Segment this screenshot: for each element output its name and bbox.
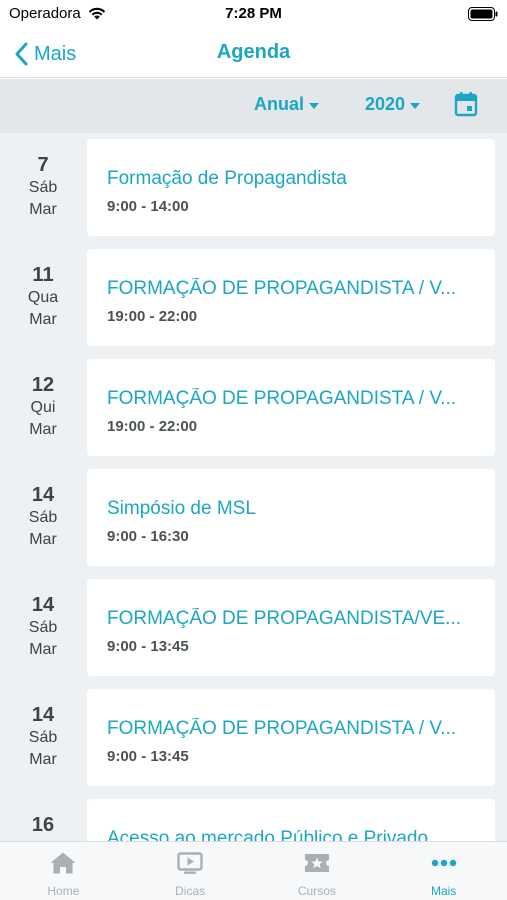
event-date: 7 Sáb Mar	[0, 153, 86, 221]
event-card[interactable]: FORMAÇÃO DE PROPAGANDISTA / V... 19:00 -…	[87, 359, 495, 456]
event-row: 12 Qui Mar FORMAÇÃO DE PROPAGANDISTA / V…	[0, 353, 507, 463]
event-date: 14 Sáb Mar	[0, 483, 86, 551]
event-time: 9:00 - 14:00	[107, 198, 189, 215]
status-bar: Operadora 7:28 PM	[0, 0, 507, 30]
event-month: Mar	[29, 531, 57, 548]
caret-down-icon	[410, 102, 421, 109]
event-row: 14 Sáb Mar FORMAÇÃO DE PROPAGANDISTA/VE.…	[0, 573, 507, 683]
tab-mais-label: Mais	[430, 884, 457, 898]
year-value: 2020	[365, 94, 406, 114]
event-weekday: Sáb	[28, 729, 58, 746]
period-dropdown[interactable]: Anual	[254, 94, 320, 115]
event-day: 7	[37, 154, 49, 176]
event-title: Formação de Propagandista	[107, 168, 347, 189]
tab-dicas[interactable]: Dicas	[127, 842, 254, 900]
event-date: 14 Sáb Mar	[0, 703, 86, 771]
event-row: 11 Qua Mar FORMAÇÃO DE PROPAGANDISTA / V…	[0, 243, 507, 353]
event-title: FORMAÇÃO DE PROPAGANDISTA / V...	[107, 388, 457, 409]
tab-bar: Home Dicas Cursos Mais	[0, 841, 507, 900]
event-month: Mar	[29, 421, 57, 438]
event-card[interactable]: Acesso ao mercado Público e Privado	[87, 799, 495, 841]
event-time: 9:00 - 13:45	[107, 748, 189, 765]
filter-bar: Anual 2020	[0, 79, 507, 133]
event-day: 14	[31, 704, 55, 726]
event-card[interactable]: FORMAÇÃO DE PROPAGANDISTA / V... 19:00 -…	[87, 249, 495, 346]
event-card[interactable]: Simpósio de MSL 9:00 - 16:30	[87, 469, 495, 566]
ticket-icon	[304, 854, 329, 872]
event-day: 14	[31, 594, 55, 616]
event-title: FORMAÇÃO DE PROPAGANDISTA / V...	[107, 718, 457, 739]
tab-mais[interactable]: Mais	[380, 842, 507, 900]
event-time: 19:00 - 22:00	[107, 418, 198, 435]
event-weekday: Sáb	[28, 179, 58, 196]
event-weekday: Qui	[30, 399, 56, 416]
tv-icon	[177, 852, 203, 874]
event-title: Simpósio de MSL	[107, 498, 256, 519]
event-date: 16	[0, 813, 86, 837]
calendar-icon[interactable]	[454, 91, 478, 117]
event-time: 9:00 - 16:30	[107, 528, 189, 545]
event-date: 12 Qui Mar	[0, 373, 86, 441]
battery-icon	[468, 7, 498, 21]
navigation-bar: Mais Agenda	[0, 30, 507, 78]
event-card[interactable]: FORMAÇÃO DE PROPAGANDISTA / V... 9:00 - …	[87, 689, 495, 786]
event-card[interactable]: FORMAÇÃO DE PROPAGANDISTA/VE... 9:00 - 1…	[87, 579, 495, 676]
tab-cursos[interactable]: Cursos	[254, 842, 381, 900]
event-row: 14 Sáb Mar FORMAÇÃO DE PROPAGANDISTA / V…	[0, 683, 507, 793]
caret-down-icon	[309, 102, 320, 109]
status-time: 7:28 PM	[225, 5, 282, 22]
event-weekday: Sáb	[28, 509, 58, 526]
tab-home-label: Home	[47, 884, 80, 898]
event-row: 7 Sáb Mar Formação de Propagandista 9:00…	[0, 133, 507, 243]
tab-cursos-label: Cursos	[297, 884, 336, 898]
page-title: Agenda	[216, 41, 291, 63]
event-day: 12	[31, 374, 55, 396]
event-month: Mar	[29, 641, 57, 658]
event-title: FORMAÇÃO DE PROPAGANDISTA/VE...	[107, 608, 462, 629]
home-icon	[50, 852, 76, 874]
event-row: 16 Acesso ao mercado Público e Privado	[0, 793, 507, 841]
tab-dicas-label: Dicas	[175, 884, 206, 898]
event-month: Mar	[29, 751, 57, 768]
tab-home[interactable]: Home	[0, 842, 127, 900]
event-day: 11	[32, 264, 54, 286]
event-day: 16	[31, 814, 55, 836]
event-time: 9:00 - 13:45	[107, 638, 189, 655]
year-dropdown[interactable]: 2020	[365, 94, 421, 115]
event-weekday: Qua	[27, 289, 59, 306]
event-title: FORMAÇÃO DE PROPAGANDISTA / V...	[107, 278, 457, 299]
event-card[interactable]: Formação de Propagandista 9:00 - 14:00	[87, 139, 495, 236]
event-weekday: Sáb	[28, 619, 58, 636]
event-title: Acesso ao mercado Público e Privado	[107, 828, 429, 841]
event-list[interactable]: 7 Sáb Mar Formação de Propagandista 9:00…	[0, 133, 507, 841]
event-month: Mar	[29, 311, 57, 328]
event-month: Mar	[29, 201, 57, 218]
event-day: 14	[31, 484, 55, 506]
event-date: 11 Qua Mar	[0, 263, 86, 331]
event-row: 14 Sáb Mar Simpósio de MSL 9:00 - 16:30	[0, 463, 507, 573]
event-date: 14 Sáb Mar	[0, 593, 86, 661]
more-icon	[431, 859, 456, 867]
period-value: Anual	[254, 94, 305, 114]
event-time: 19:00 - 22:00	[107, 308, 198, 325]
